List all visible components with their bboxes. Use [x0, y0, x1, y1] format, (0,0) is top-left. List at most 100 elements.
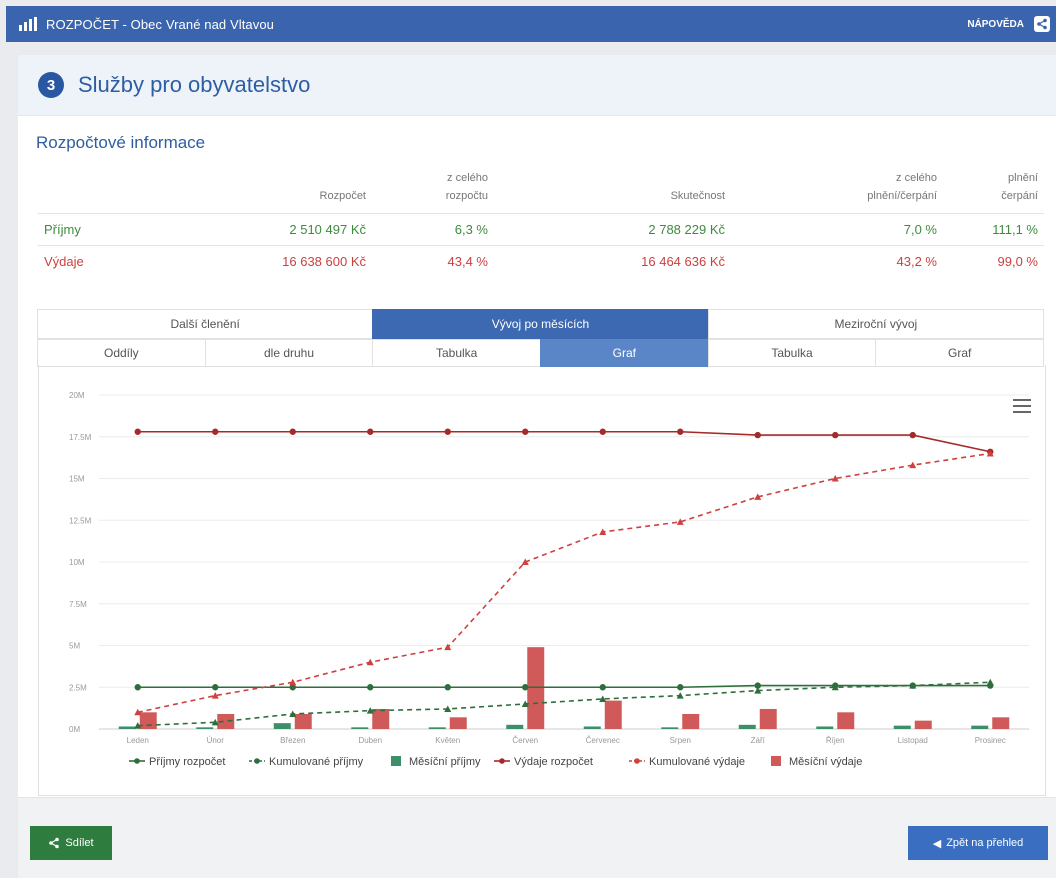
bar-mesicni-prijmy: [428, 727, 446, 729]
y-tick-label: 5M: [69, 642, 80, 651]
point-kumulovane-vydaje: [444, 643, 452, 651]
bar-mesicni-prijmy: [118, 726, 136, 729]
legend-marker: [499, 758, 505, 764]
section-number: 3: [38, 72, 64, 98]
help-link[interactable]: NÁPOVĚDA: [967, 19, 1024, 30]
point-kumulovane-prijmy: [986, 678, 994, 686]
point-vydaje-rozpocet: [444, 428, 451, 435]
bar-mesicni-prijmy: [351, 727, 369, 729]
point-vydaje-rozpocet: [677, 428, 684, 435]
point-kumulovane-vydaje: [366, 658, 374, 666]
chart-menu-icon[interactable]: [1013, 395, 1031, 417]
tab-dle-druhu[interactable]: dle druhu: [204, 339, 374, 367]
bar-mesicni-prijmy: [273, 723, 291, 729]
bar-mesicni-vydaje: [139, 712, 157, 729]
point-vydaje-rozpocet: [832, 431, 839, 439]
bar-mesicni-prijmy: [738, 724, 756, 729]
line-kumulovane-prijmy: [137, 681, 991, 727]
point-prijmy-rozpocet: [134, 684, 141, 691]
view-tabs: Další členění Vývoj po měsících Meziročn…: [37, 309, 1045, 367]
legend-label: Výdaje rozpočet: [514, 756, 593, 768]
share-label: Sdílet: [65, 837, 94, 849]
y-tick-label: 10M: [69, 558, 85, 567]
y-tick-label: 15M: [69, 475, 85, 484]
point-vydaje-rozpocet: [522, 428, 529, 435]
x-tick-label: Červen: [512, 736, 538, 745]
tab-dalsi-cleneni[interactable]: Další členění: [37, 309, 374, 339]
point-vydaje-rozpocet: [289, 428, 296, 435]
x-tick-label: Červenec: [586, 736, 620, 745]
y-tick-label: 20M: [69, 391, 85, 400]
point-prijmy-rozpocet: [212, 684, 219, 691]
bar-mesicni-vydaje: [449, 717, 467, 729]
main-panel: 3 Služby pro obyvatelstvo Rozpočtové inf…: [18, 55, 1056, 878]
x-tick-label: Leden: [127, 736, 149, 745]
bar-mesicni-vydaje: [914, 720, 932, 729]
column-header-text: z celého plnění/čerpání: [867, 172, 937, 202]
y-tick-label: 2.5M: [69, 683, 87, 692]
tab-tabulka-yearly[interactable]: Tabulka: [707, 339, 877, 367]
legend-label: Měsíční příjmy: [409, 756, 481, 768]
table-cell: 43,4 %: [372, 245, 494, 277]
share-button[interactable]: Sdílet: [30, 826, 112, 860]
line-kumulovane-vydaje: [137, 452, 991, 714]
app-title: ROZPOČET - Obec Vrané nad Vltavou: [46, 16, 275, 32]
bar-mesicni-prijmy: [661, 727, 679, 729]
table-row: Příjmy 2 510 497 Kč 6,3 % 2 788 229 Kč 7…: [38, 213, 1044, 246]
back-label: Zpět na přehled: [946, 837, 1024, 849]
chart-container: 0M 2.5M 5M 7.5M 10M 12.5M 15M 17.5M 20M Leden Únor…: [38, 365, 1046, 796]
page-title: Služby pro obyvatelstvo: [78, 72, 311, 97]
point-prijmy-rozpocet: [444, 684, 451, 691]
x-tick-label: Září: [751, 736, 766, 745]
x-tick-label: Březen: [280, 736, 305, 745]
y-tick-label: 17.5M: [69, 433, 92, 442]
line-vydaje-rozpocet: [137, 430, 991, 453]
legend-label: Kumulované výdaje: [649, 756, 745, 768]
point-prijmy-rozpocet: [367, 684, 374, 691]
tab-tabulka-monthly[interactable]: Tabulka: [372, 339, 542, 367]
tab-mezirocni-vyvoj[interactable]: Meziroční vývoj: [707, 309, 1044, 339]
table-cell: 6,3 %: [372, 213, 494, 246]
point-vydaje-rozpocet: [909, 431, 916, 439]
bar-mesicni-vydaje: [682, 713, 700, 729]
monthly-chart: 0M 2.5M 5M 7.5M 10M 12.5M 15M 17.5M 20M Leden Únor…: [69, 391, 1029, 768]
legend-marker: [134, 758, 140, 764]
legend-label: Kumulované příjmy: [269, 756, 364, 768]
table-header-row: Rozpočet z celého rozpočtu Skutečnost z c…: [38, 167, 1044, 214]
y-tick-label: 12.5M: [69, 516, 92, 525]
legend-label: Měsíční výdaje: [789, 756, 862, 768]
bar-mesicni-vydaje: [837, 712, 855, 729]
column-header-text: plnění čerpání: [1001, 172, 1038, 202]
column-header: plnění čerpání: [943, 167, 1044, 214]
tab-row-sub: Oddíly dle druhu Tabulka Graf Tabulka Gr…: [37, 339, 1045, 367]
column-header: Rozpočet: [319, 190, 366, 202]
table-cell: 43,2 %: [731, 245, 943, 277]
tab-graf-monthly[interactable]: Graf: [540, 339, 709, 367]
tab-row-main: Další členění Vývoj po měsících Meziročn…: [37, 309, 1044, 339]
point-vydaje-rozpocet: [134, 428, 141, 435]
table-cell: 16 464 636 Kč: [494, 245, 731, 277]
back-button[interactable]: ◀ Zpět na přehled: [908, 826, 1048, 860]
bar-mesicni-prijmy: [816, 726, 834, 729]
bar-mesicni-vydaje: [604, 700, 622, 729]
column-header-text: z celého rozpočtu: [445, 172, 488, 202]
bar-mesicni-vydaje: [759, 708, 777, 729]
bar-mesicni-vydaje: [294, 713, 312, 729]
bar-mesicni-prijmy: [583, 726, 601, 729]
tab-vyvoj-po-mesicich[interactable]: Vývoj po měsících: [372, 309, 709, 339]
bar-mesicni-prijmy: [506, 724, 524, 729]
bar-mesicni-prijmy: [971, 725, 989, 729]
row-label: Výdaje: [38, 245, 140, 277]
footer-bar: Sdílet ◀ Zpět na přehled: [18, 797, 1056, 878]
tab-oddily[interactable]: Oddíly: [37, 339, 206, 367]
point-prijmy-rozpocet: [677, 684, 684, 691]
x-tick-label: Duben: [358, 736, 382, 745]
share-icon[interactable]: [1034, 16, 1050, 32]
x-tick-label: Prosinec: [975, 736, 1006, 745]
budget-info-table: Rozpočet z celého rozpočtu Skutečnost z c…: [38, 167, 1044, 277]
row-label: Příjmy: [38, 213, 140, 246]
x-tick-label: Květen: [435, 736, 460, 745]
x-tick-label: Únor: [207, 736, 225, 745]
tab-graf-yearly[interactable]: Graf: [875, 339, 1045, 367]
bar-mesicni-vydaje: [372, 708, 390, 729]
